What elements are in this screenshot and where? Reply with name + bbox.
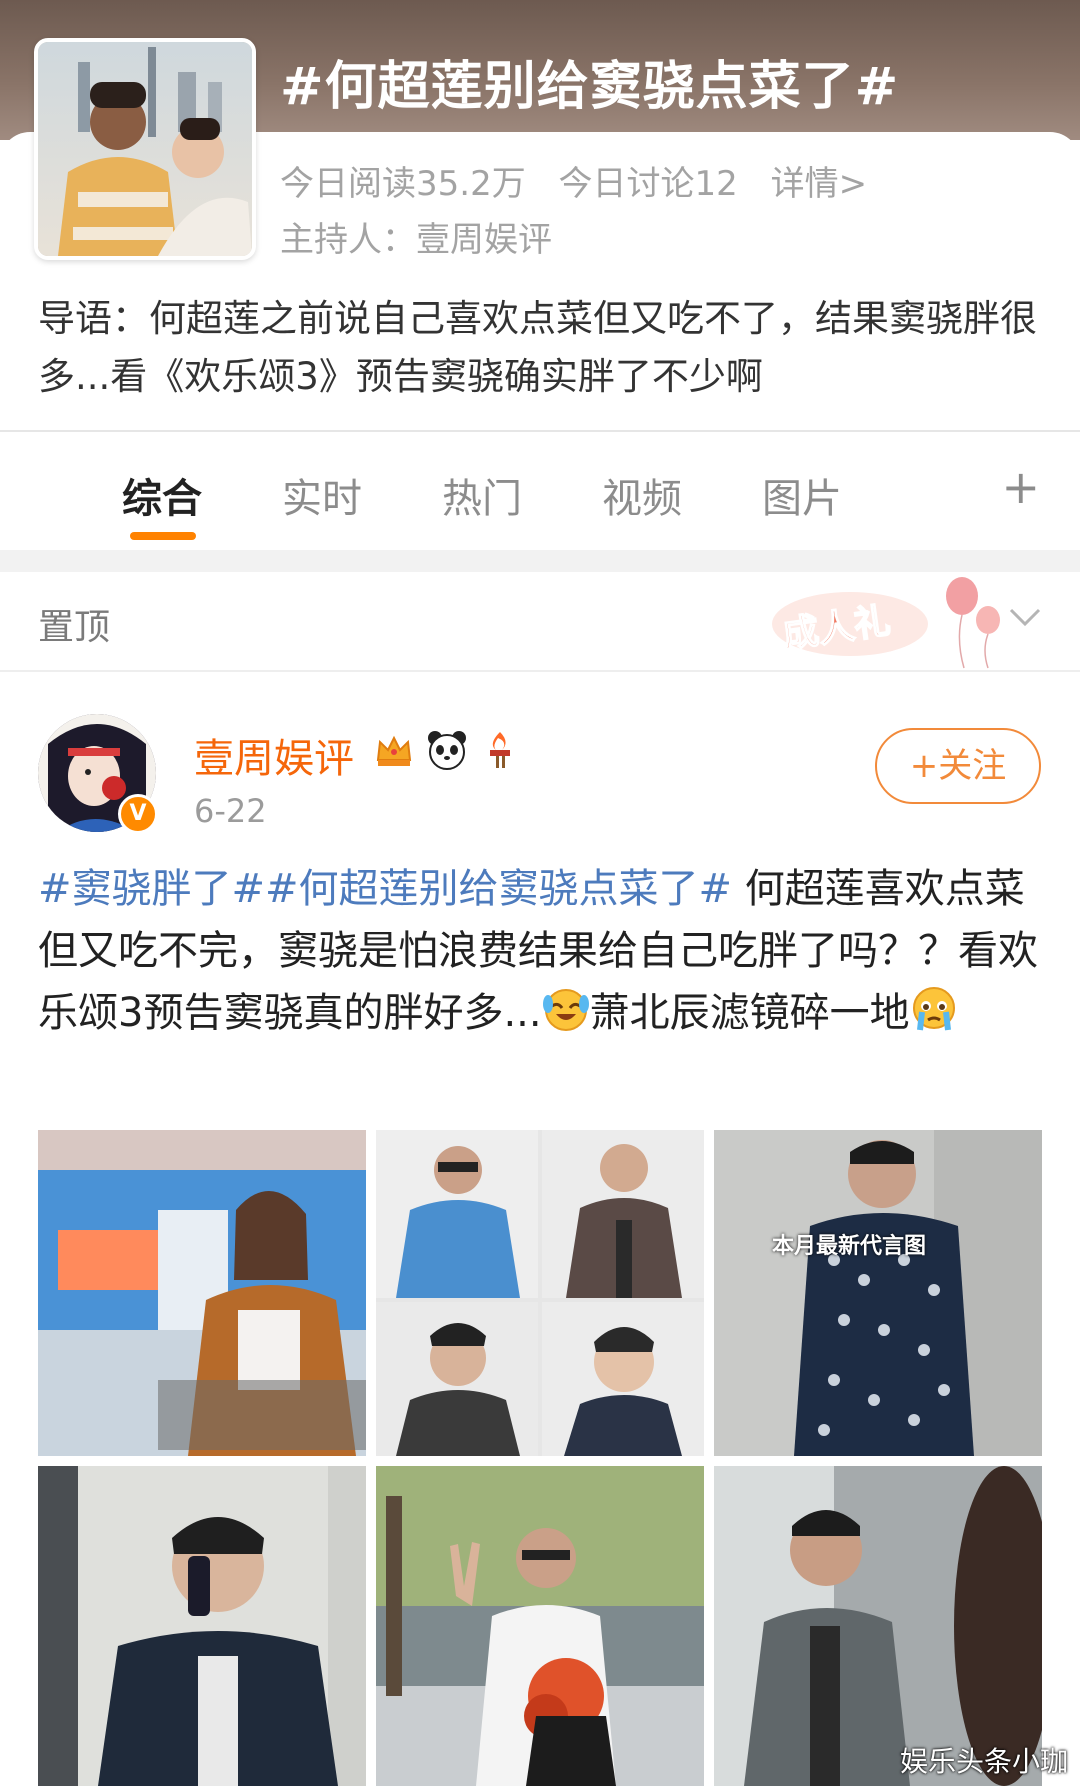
topic-title: #何超莲别给窦骁点菜了# xyxy=(280,57,900,117)
reads-today: 今日阅读35.2万 xyxy=(280,164,526,204)
details-link[interactable]: 详情> xyxy=(771,164,868,204)
active-tab-indicator xyxy=(130,532,196,540)
topic-host[interactable]: 主持人：壹周娱评 xyxy=(280,212,552,261)
tab-video[interactable]: 视频 xyxy=(602,466,682,524)
post-image[interactable] xyxy=(714,1466,1042,1786)
post-date: 6-22 xyxy=(194,792,267,830)
tab-images[interactable]: 图片 xyxy=(762,466,842,524)
discussions-today: 今日讨论12 xyxy=(558,164,738,204)
topic-cover-image[interactable] xyxy=(34,38,256,260)
post-image[interactable] xyxy=(376,1466,704,1786)
torch-icon xyxy=(478,728,522,772)
topic-stats: 今日阅读35.2万 今日讨论12 详情> xyxy=(280,156,889,205)
tab-hot[interactable]: 热门 xyxy=(442,466,522,524)
post-image[interactable]: 本月最新代言图 xyxy=(714,1130,1042,1456)
user-badges xyxy=(372,728,526,776)
topic-intro: 导语：何超莲之前说自己喜欢点菜但又吃不了，结果窦骁胖很多...看《欢乐颂3》预告… xyxy=(38,297,1037,398)
tab-realtime[interactable]: 实时 xyxy=(282,466,362,524)
section-gap xyxy=(0,550,1080,572)
tab-bar: 综合 实时 热门 视频 图片 + xyxy=(0,432,1080,550)
laugh-cry-emoji-icon xyxy=(542,984,590,1032)
teary-emoji-icon xyxy=(910,984,958,1032)
panda-icon xyxy=(425,728,469,772)
post-body: #窦骁胖了##何超莲别给窦骁点菜了# 何超莲喜欢点菜但又吃不完，窦骁是怕浪费结果… xyxy=(38,858,1048,1044)
watermark: 娱乐头条小珈 xyxy=(899,1745,1068,1778)
pinned-label: 置顶 xyxy=(38,607,111,648)
chevron-down-icon[interactable] xyxy=(1005,602,1045,632)
post-image[interactable] xyxy=(376,1130,704,1456)
verified-badge: V xyxy=(118,794,158,834)
tab-comprehensive[interactable]: 综合 xyxy=(122,466,202,524)
follow-button[interactable]: +关注 xyxy=(875,728,1041,804)
hashtag-link[interactable]: #何超莲别给窦骁点菜了# xyxy=(265,866,732,912)
crown-icon xyxy=(372,728,416,772)
post-text-2: 萧北辰滤镜碎一地 xyxy=(589,990,910,1036)
image-overlay-text: 本月最新代言图 xyxy=(772,1234,927,1259)
post-image[interactable] xyxy=(38,1466,366,1786)
post-username[interactable]: 壹周娱评 xyxy=(194,726,354,784)
add-tab-icon[interactable]: + xyxy=(1001,460,1040,514)
post-image[interactable] xyxy=(38,1130,366,1456)
coming-of-age-badge[interactable]: 成人礼 xyxy=(770,570,1010,670)
pinned-bar[interactable]: 置顶 成人礼 xyxy=(0,572,1080,672)
hashtag-link[interactable]: #窦骁胖了# xyxy=(38,866,265,912)
